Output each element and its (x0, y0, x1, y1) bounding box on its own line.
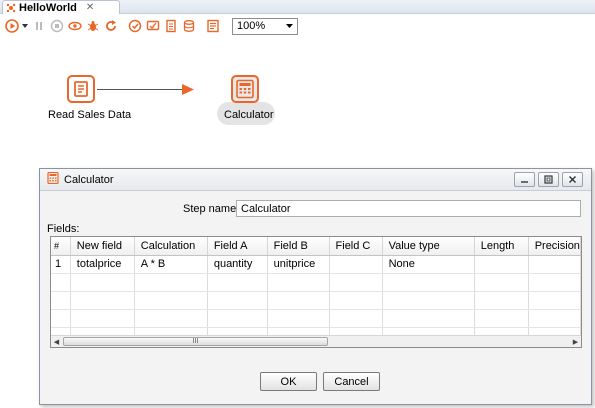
table-header-row: # New field Calculation Field A Field B … (51, 237, 581, 256)
step-name-input[interactable] (236, 200, 581, 217)
chevron-down-icon (286, 20, 293, 32)
scroll-right-icon[interactable]: ▶ (570, 336, 581, 347)
cancel-button[interactable]: Cancel (323, 372, 380, 391)
fields-label: Fields: (47, 223, 80, 235)
scrollbar-thumb[interactable]: III (63, 337, 328, 346)
table-cell-length[interactable] (474, 255, 529, 274)
close-icon[interactable]: ✕ (86, 2, 94, 13)
ok-button[interactable]: OK (260, 372, 317, 391)
hop-arrow-icon (182, 84, 194, 95)
table-cell-new-field[interactable]: totalprice (70, 255, 135, 274)
calculator-icon[interactable] (231, 75, 259, 103)
pause-icon[interactable] (30, 18, 47, 35)
editor-tab-bar: HelloWorld ✕ (0, 0, 595, 14)
column-header-field-a[interactable]: Field A (207, 237, 268, 256)
calculator-icon (47, 171, 59, 187)
table-cell-field-c[interactable] (329, 255, 383, 274)
table-cell-field-b[interactable]: unitprice (267, 255, 330, 274)
column-header-field-c[interactable]: Field C (329, 237, 383, 256)
transformation-icon (6, 3, 16, 13)
column-header-precision[interactable]: Precision (528, 237, 581, 256)
fields-table[interactable]: # New field Calculation Field A Field B … (50, 236, 582, 348)
column-header-length[interactable]: Length (474, 237, 529, 256)
table-cell-value-type[interactable]: None (382, 255, 475, 274)
scroll-left-icon[interactable]: ◀ (51, 336, 62, 347)
hop-line[interactable] (97, 89, 183, 90)
minimize-button[interactable] (514, 172, 535, 187)
dialog-title-bar[interactable]: Calculator (40, 169, 591, 191)
column-header-field-b[interactable]: Field B (267, 237, 330, 256)
zoom-select[interactable]: 100% (232, 17, 298, 35)
stop-icon[interactable] (48, 18, 65, 35)
step-label-calculator: Calculator (224, 109, 274, 121)
table-row[interactable] (51, 291, 581, 310)
close-button[interactable] (562, 172, 583, 187)
impact-analysis-icon[interactable] (144, 18, 161, 35)
toolbar: 100% (0, 14, 595, 38)
verify-check-icon[interactable] (126, 18, 143, 35)
table-row[interactable] (51, 273, 581, 292)
preview-eye-icon[interactable] (66, 18, 83, 35)
table-cell-field-a[interactable]: quantity (207, 255, 268, 274)
column-header-value-type[interactable]: Value type (382, 237, 475, 256)
table-row[interactable] (51, 309, 581, 328)
column-header-calculation[interactable]: Calculation (134, 237, 208, 256)
table-input-icon[interactable] (67, 75, 95, 103)
replay-icon[interactable] (102, 18, 119, 35)
column-header-new-field[interactable]: New field (70, 237, 135, 256)
table-row[interactable]: 1 totalprice A * B quantity unitprice No… (51, 255, 581, 274)
table-cell-precision[interactable] (528, 255, 581, 274)
tab-title: HelloWorld (19, 1, 77, 14)
run-options-chevron-down-icon[interactable] (21, 18, 29, 35)
show-results-icon[interactable] (204, 18, 221, 35)
step-label-read-sales-data: Read Sales Data (48, 109, 132, 121)
sql-script-icon[interactable] (162, 18, 179, 35)
column-header-index[interactable]: # (51, 237, 71, 256)
database-explore-icon[interactable] (180, 18, 197, 35)
dialog-title: Calculator (64, 173, 114, 186)
maximize-button[interactable] (538, 172, 559, 187)
tab-helloworld[interactable]: HelloWorld ✕ (2, 0, 120, 14)
table-cell-calculation[interactable]: A * B (134, 255, 208, 274)
table-cell-index[interactable]: 1 (51, 255, 71, 274)
zoom-value: 100% (237, 20, 266, 32)
run-icon[interactable] (3, 18, 20, 35)
horizontal-scrollbar[interactable]: ◀ III ▶ (51, 335, 581, 347)
step-name-label: Step name (183, 203, 237, 215)
calculator-dialog: Calculator Step name Fields: # New field… (39, 168, 592, 405)
debug-bug-icon[interactable] (84, 18, 101, 35)
